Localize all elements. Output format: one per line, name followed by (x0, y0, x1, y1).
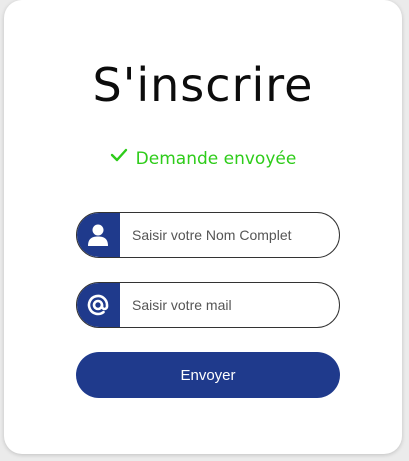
mail-input[interactable] (129, 283, 332, 327)
submit-button[interactable]: Envoyer (76, 352, 340, 398)
signup-card: S'inscrire Demande envoyée Envoyer (4, 0, 402, 454)
status-message: Demande envoyée (4, 147, 402, 169)
check-icon (110, 147, 128, 167)
status-text: Demande envoyée (135, 149, 297, 169)
page-title: S'inscrire (92, 58, 314, 112)
at-sign-icon (77, 283, 120, 327)
user-icon (77, 213, 120, 257)
name-field[interactable] (76, 212, 340, 258)
name-input[interactable] (129, 213, 332, 257)
mail-field[interactable] (76, 282, 340, 328)
